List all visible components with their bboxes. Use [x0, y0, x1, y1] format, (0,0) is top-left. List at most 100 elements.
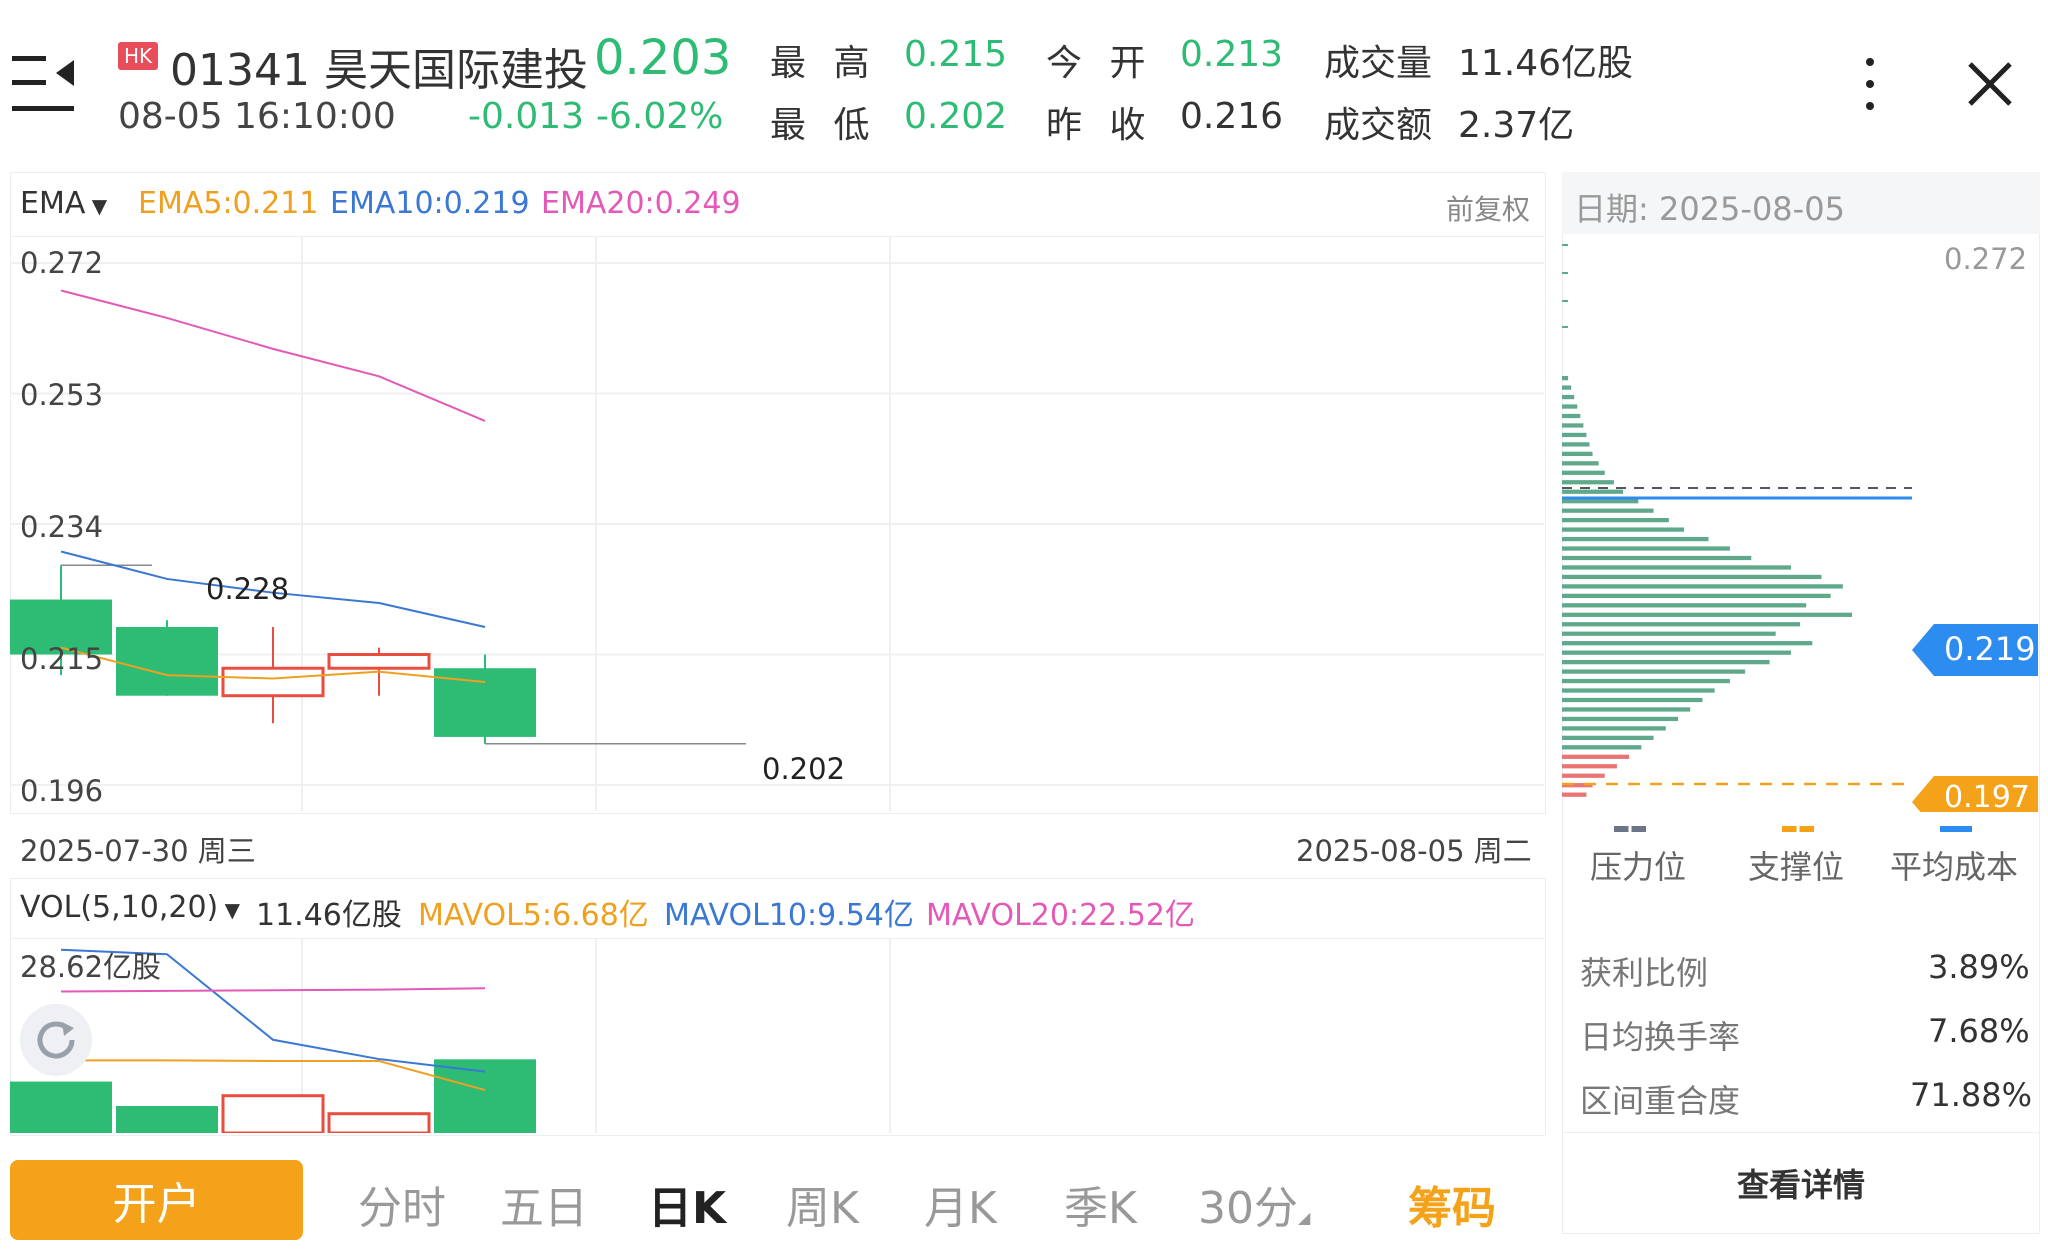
tab-quarterly-k[interactable]: 季K	[1064, 1172, 1137, 1236]
avg-cost-label: 平均成本	[1890, 848, 2019, 886]
start-date-label: 2025-07-30 周三	[20, 834, 256, 868]
price-axis-label: 0.272	[20, 246, 104, 280]
chip-bar	[1562, 527, 1685, 532]
chip-bar	[1562, 518, 1669, 523]
volume-value: 11.46亿股	[1458, 43, 1634, 84]
chip-bar	[1562, 423, 1584, 428]
candle-body	[327, 653, 431, 670]
chip-bar	[1562, 451, 1593, 456]
overlap-value: 71.88%	[1910, 1076, 2033, 1114]
chip-bar	[1562, 764, 1617, 769]
prev-close-label: 昨 收	[1046, 105, 1154, 146]
mavol5-value: MAVOL5:6.68亿	[418, 898, 649, 933]
amount-value: 2.37亿	[1458, 105, 1575, 146]
chip-bar	[1562, 745, 1642, 750]
chip-bar	[1562, 641, 1813, 646]
menu-icon[interactable]	[12, 50, 78, 120]
chip-tick	[1562, 300, 1568, 302]
chip-bar	[1562, 536, 1709, 542]
chip-tick	[1562, 326, 1568, 328]
chip-bar	[1562, 508, 1654, 513]
pressure-swatch	[1614, 826, 1646, 832]
open-account-button[interactable]: 开户	[10, 1160, 303, 1240]
chip-bar	[1562, 650, 1791, 655]
volume-bar	[221, 1094, 325, 1133]
close-icon[interactable]	[1966, 60, 2014, 108]
price-axis-label: 0.196	[20, 774, 104, 808]
view-details-button[interactable]: 查看详情	[1562, 1134, 2040, 1232]
chip-bar	[1562, 489, 1624, 494]
volume-value-label: 11.46亿股	[256, 898, 402, 933]
chip-bar	[1562, 688, 1715, 693]
chip-bar	[1562, 376, 1569, 381]
chip-bar	[1562, 669, 1746, 674]
quote-datetime: 08-05 16:10:00	[118, 96, 396, 137]
volume-chart-canvas[interactable]	[10, 939, 1544, 1133]
mavol20-value: MAVOL20:22.52亿	[926, 898, 1195, 933]
adjust-mode-label[interactable]: 前复权	[1446, 188, 1530, 228]
tab-chips[interactable]: 筹码	[1408, 1172, 1496, 1236]
support-swatch	[1782, 826, 1814, 832]
corner-triangle-icon: ◢	[1298, 1208, 1311, 1227]
open-label: 今 开	[1046, 43, 1154, 84]
more-icon[interactable]	[1858, 54, 1882, 114]
current-price: 0.203	[594, 30, 732, 86]
support-value: 0.197	[1944, 780, 2030, 810]
volume-bar	[10, 1081, 112, 1133]
price-chart-canvas[interactable]	[10, 237, 1544, 811]
price-change-pct: -6.02%	[596, 96, 724, 137]
ema10-value: EMA10:0.219	[330, 186, 530, 221]
tab-30min-label: 30分	[1198, 1183, 1298, 1234]
pressure-legend	[1588, 826, 1668, 832]
volume-max-label: 28.62亿股	[20, 950, 162, 984]
chip-tick	[1562, 244, 1568, 246]
chip-bar	[1562, 603, 1807, 608]
chip-bar	[1562, 385, 1572, 390]
chip-bar	[1562, 574, 1822, 580]
divider	[1562, 1132, 2040, 1133]
high-value: 0.215	[904, 34, 1008, 75]
support-label: 支撑位	[1748, 848, 1845, 886]
chip-bar	[1562, 622, 1801, 627]
chip-bar	[1562, 707, 1691, 712]
vol-indicator-label: VOL(5,10,20)	[20, 890, 219, 925]
chip-bar	[1562, 754, 1630, 759]
tab-monthly-k[interactable]: 月K	[924, 1172, 997, 1236]
chip-bar	[1562, 499, 1639, 504]
chip-bar	[1562, 565, 1791, 570]
low-value: 0.202	[904, 96, 1008, 137]
vol-selector[interactable]: VOL(5,10,20) ▼	[20, 890, 240, 925]
tab-intraday[interactable]: 分时	[358, 1172, 446, 1236]
chip-distribution-chart[interactable]	[1562, 236, 2040, 812]
tab-30min[interactable]: 30分◢	[1198, 1172, 1310, 1236]
chip-date: 日期: 2025-08-05	[1574, 190, 1845, 228]
prev-close-value: 0.216	[1180, 96, 1284, 137]
high-label: 最 高	[770, 43, 878, 84]
amount-label: 成交额	[1324, 105, 1433, 146]
chip-bar	[1562, 593, 1831, 598]
price-change: -0.013	[468, 96, 585, 137]
chip-bar	[1562, 404, 1578, 409]
chip-bar	[1562, 442, 1590, 447]
tab-weekly-k[interactable]: 周K	[786, 1172, 859, 1236]
chip-bar	[1562, 678, 1730, 684]
stock-code: 01341	[170, 45, 310, 96]
chip-bar	[1562, 773, 1605, 778]
chip-bar	[1562, 726, 1666, 731]
tab-five-day[interactable]: 五日	[500, 1172, 588, 1236]
chip-bar	[1562, 716, 1678, 722]
caret-down-icon: ▼	[85, 194, 108, 218]
tab-daily-k[interactable]: 日K	[648, 1172, 726, 1236]
refresh-icon[interactable]	[20, 1004, 92, 1076]
chip-bar	[1562, 660, 1770, 665]
profit-ratio-value: 3.89%	[1928, 948, 2030, 986]
mavol10-value: MAVOL10:9.54亿	[664, 898, 914, 933]
chip-bar	[1562, 584, 1843, 589]
volume-bar	[327, 1112, 431, 1133]
ema-selector[interactable]: EMA ▼	[20, 186, 107, 221]
chip-bar	[1562, 792, 1587, 797]
low-annotation: 0.202	[762, 752, 846, 786]
stock-name: 昊天国际建投	[323, 45, 588, 96]
open-value: 0.213	[1180, 34, 1284, 75]
chip-bar	[1562, 432, 1587, 438]
